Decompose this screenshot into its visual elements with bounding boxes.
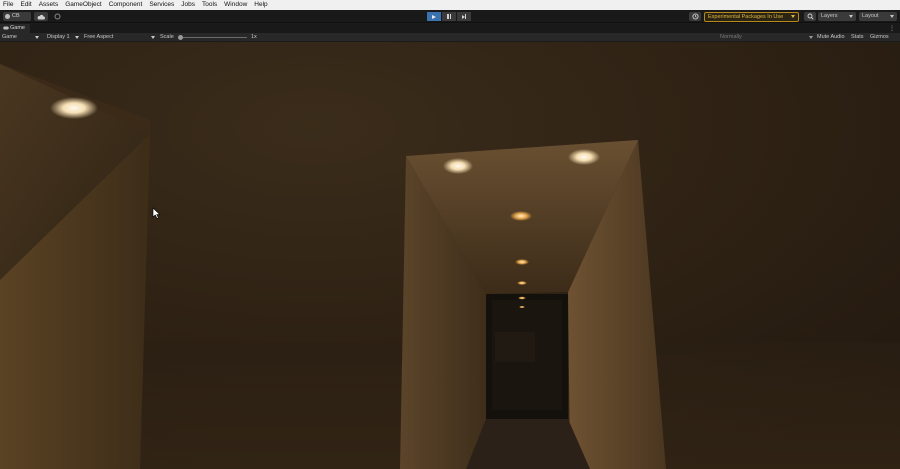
play-button[interactable] bbox=[427, 12, 441, 21]
layout-label: Layout bbox=[862, 13, 879, 19]
more-options-icon[interactable]: ⋮ bbox=[889, 25, 895, 32]
scale-slider-track[interactable] bbox=[183, 37, 247, 38]
play-focus-label: Normally bbox=[720, 34, 742, 40]
chevron-down-icon bbox=[849, 15, 853, 18]
play-focus-dropdown[interactable]: Normally bbox=[720, 33, 816, 42]
gizmos-toggle[interactable]: Gizmos bbox=[870, 33, 889, 42]
scene-render bbox=[0, 42, 900, 469]
aspect-label: Free Aspect bbox=[84, 34, 114, 40]
game-controller-icon bbox=[3, 26, 9, 30]
experimental-packages-dropdown[interactable]: Experimental Packages In Use bbox=[704, 11, 799, 22]
history-button[interactable] bbox=[689, 12, 701, 21]
menu-item-assets[interactable]: Assets bbox=[39, 0, 59, 10]
chevron-down-icon bbox=[75, 36, 79, 39]
aspect-dropdown[interactable]: Free Aspect bbox=[84, 33, 158, 42]
mute-audio-toggle[interactable]: Mute Audio bbox=[817, 33, 845, 42]
pause-icon bbox=[447, 14, 451, 19]
menu-item-jobs[interactable]: Jobs bbox=[181, 0, 195, 10]
tab-bar: Game ⋮ bbox=[0, 24, 900, 33]
view-mode-dropdown[interactable]: Game bbox=[2, 33, 42, 42]
experimental-packages-label: Experimental Packages In Use bbox=[708, 13, 784, 20]
scale-slider-handle[interactable] bbox=[178, 35, 183, 40]
layout-dropdown[interactable]: Layout bbox=[859, 12, 897, 21]
search-icon bbox=[807, 13, 814, 20]
chevron-down-icon bbox=[35, 36, 39, 39]
step-icon bbox=[461, 14, 467, 19]
account-icon bbox=[5, 14, 10, 19]
layers-dropdown[interactable]: Layers bbox=[818, 12, 856, 21]
stats-toggle[interactable]: Stats bbox=[851, 33, 864, 42]
chevron-down-icon bbox=[809, 36, 813, 39]
account-button[interactable]: CB bbox=[3, 12, 31, 21]
game-view-toolbar: Game Display 1 Free Aspect Scale 1x Norm… bbox=[0, 33, 900, 42]
chevron-down-icon bbox=[791, 15, 795, 18]
menu-bar: File Edit Assets GameObject Component Service… bbox=[0, 0, 900, 10]
menu-item-tools[interactable]: Tools bbox=[202, 0, 217, 10]
display-dropdown[interactable]: Display 1 bbox=[47, 33, 82, 42]
collab-icon bbox=[54, 13, 60, 20]
menu-item-help[interactable]: Help bbox=[254, 0, 267, 10]
play-icon bbox=[432, 14, 436, 19]
account-label: CB bbox=[12, 13, 20, 19]
tab-game[interactable]: Game bbox=[0, 24, 30, 33]
play-controls bbox=[427, 12, 471, 21]
history-icon bbox=[691, 13, 699, 20]
game-viewport[interactable] bbox=[0, 42, 900, 469]
scale-label: Scale bbox=[160, 34, 174, 40]
collab-button[interactable] bbox=[52, 12, 62, 21]
menu-item-edit[interactable]: Edit bbox=[20, 0, 31, 10]
menu-item-services[interactable]: Services bbox=[149, 0, 174, 10]
display-label: Display 1 bbox=[47, 34, 70, 40]
chevron-down-icon bbox=[151, 36, 155, 39]
menu-item-window[interactable]: Window bbox=[224, 0, 247, 10]
search-button[interactable] bbox=[804, 12, 816, 21]
menu-item-gameobject[interactable]: GameObject bbox=[65, 0, 102, 10]
step-button[interactable] bbox=[457, 12, 471, 21]
menu-item-component[interactable]: Component bbox=[109, 0, 143, 10]
layers-label: Layers bbox=[821, 13, 838, 19]
chevron-down-icon bbox=[890, 15, 894, 18]
pause-button[interactable] bbox=[442, 12, 456, 21]
scale-value: 1x bbox=[251, 34, 257, 40]
cloud-icon bbox=[37, 14, 45, 19]
main-toolbar: CB Experimental Packages In Use Layers L… bbox=[0, 10, 900, 23]
tab-game-label: Game bbox=[10, 25, 25, 31]
menu-item-file[interactable]: File bbox=[3, 0, 13, 10]
view-mode-label: Game bbox=[2, 34, 17, 40]
cloud-button[interactable] bbox=[34, 12, 48, 21]
